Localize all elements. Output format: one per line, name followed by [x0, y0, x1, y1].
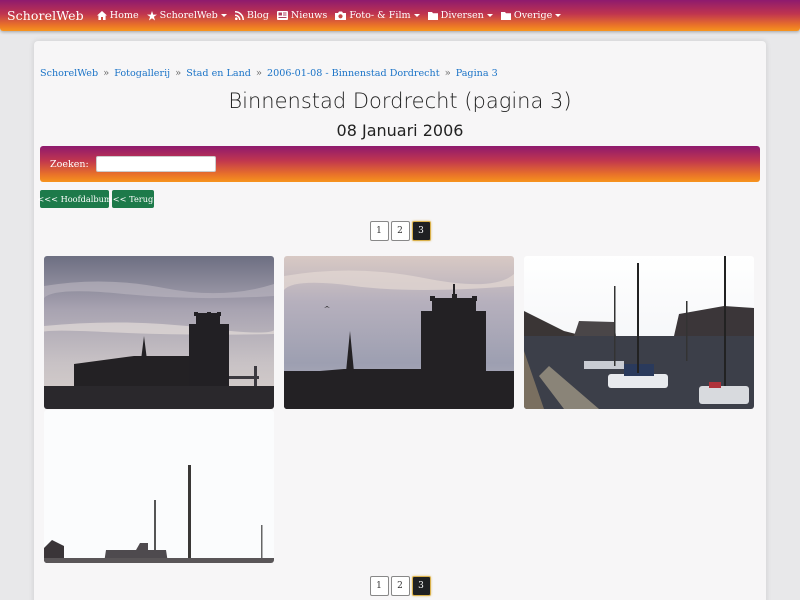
breadcrumb-separator: »	[255, 68, 263, 79]
photo-harbor-masts	[44, 410, 274, 563]
breadcrumb-item-current-page[interactable]: Pagina 3	[456, 68, 498, 79]
nav-diversen-label: Diversen	[440, 10, 484, 21]
nav-nieuws[interactable]: Nieuws	[276, 10, 328, 21]
search-input[interactable]	[95, 156, 216, 172]
page-button-2[interactable]: 2	[390, 576, 410, 596]
nav-diversen-dropdown[interactable]: Diversen	[427, 10, 493, 21]
brand-link[interactable]: SchorelWeb	[7, 8, 84, 23]
nav-schorelweb-dropdown[interactable]: SchorelWeb	[146, 10, 227, 21]
photo-church-silhouette	[44, 256, 274, 409]
nav-blog[interactable]: Blog	[234, 10, 269, 21]
caret-down-icon	[555, 14, 562, 17]
folder-icon	[427, 11, 438, 20]
top-navbar: SchorelWeb Home SchorelWeb Blog Nieuws F…	[0, 0, 800, 31]
nav-home-label: Home	[109, 10, 139, 21]
star-icon	[146, 10, 157, 21]
nav-overige-label: Overige	[513, 10, 553, 21]
newspaper-icon	[276, 11, 288, 20]
pagination-top: 1 2 3	[34, 221, 766, 241]
breadcrumb: SchorelWeb » Fotogallerij » Stad en Land…	[40, 68, 498, 79]
caret-down-icon	[220, 14, 227, 17]
photo-thumbnail[interactable]	[44, 410, 274, 563]
rss-icon	[234, 11, 244, 20]
nav-foto-film-dropdown[interactable]: Foto- & Film	[335, 10, 420, 21]
breadcrumb-item-fotogallerij[interactable]: Fotogallerij	[114, 68, 170, 79]
page-button-2[interactable]: 2	[390, 221, 410, 241]
page-title: Binnenstad Dordrecht (pagina 3)	[228, 89, 572, 113]
content-card: SchorelWeb » Fotogallerij » Stad en Land…	[34, 41, 766, 600]
caret-down-icon	[486, 14, 493, 17]
breadcrumb-item-stad-en-land[interactable]: Stad en Land	[186, 68, 251, 79]
photo-thumbnail[interactable]	[284, 256, 514, 409]
nav-schorelweb-label: SchorelWeb	[159, 10, 218, 21]
pagination-bottom: 1 2 3	[34, 576, 766, 596]
page-button-3-active[interactable]: 3	[411, 221, 431, 241]
folder-icon	[500, 11, 511, 20]
breadcrumb-item-schorelweb[interactable]: SchorelWeb	[40, 68, 98, 79]
home-icon	[96, 11, 107, 20]
photo-thumbnail[interactable]	[44, 256, 274, 409]
page-button-3-active[interactable]: 3	[411, 576, 431, 596]
camera-icon	[335, 11, 347, 20]
caret-down-icon	[413, 14, 420, 17]
nav-nieuws-label: Nieuws	[290, 10, 328, 21]
breadcrumb-item-album[interactable]: 2006-01-08 - Binnenstad Dordrecht	[267, 68, 440, 79]
nav-overige-dropdown[interactable]: Overige	[500, 10, 562, 21]
page-button-1[interactable]: 1	[369, 576, 389, 596]
page-button-1[interactable]: 1	[369, 221, 389, 241]
main-album-button[interactable]: <<< Hoofdalbum	[37, 190, 112, 208]
nav-foto-film-label: Foto- & Film	[349, 10, 411, 21]
search-bar: Zoeken:	[40, 146, 760, 182]
nav-blog-label: Blog	[246, 10, 269, 21]
breadcrumb-separator: »	[175, 68, 182, 79]
back-button[interactable]: << Terug	[112, 190, 154, 208]
search-label: Zoeken:	[50, 158, 89, 170]
photo-harbor-boats	[524, 256, 754, 409]
breadcrumb-separator: »	[444, 68, 451, 79]
nav-home[interactable]: Home	[96, 10, 139, 21]
photo-thumbnail[interactable]	[524, 256, 754, 409]
breadcrumb-separator: »	[103, 68, 110, 79]
page-subtitle-date: 08 Januari 2006	[336, 121, 464, 140]
photo-church-tower	[284, 256, 514, 409]
